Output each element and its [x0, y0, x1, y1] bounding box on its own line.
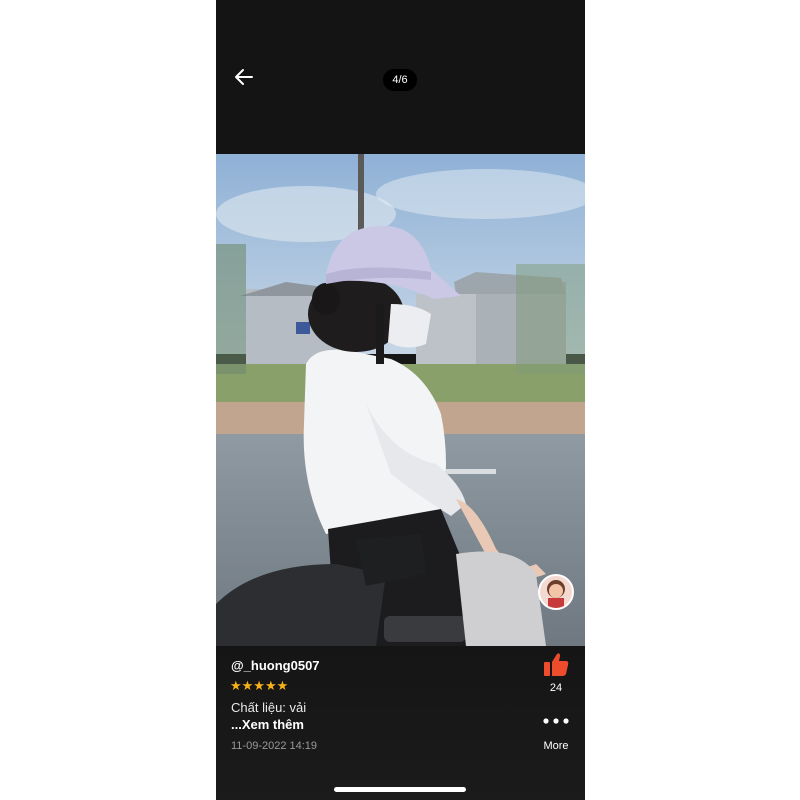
home-indicator[interactable] — [334, 787, 466, 792]
review-photo — [216, 154, 585, 646]
review-info-panel: @_huong0507 ★★★★★ Chất liệu: vải ...Xem … — [216, 646, 585, 800]
more-label[interactable]: More — [534, 740, 578, 752]
thumbs-up-icon — [544, 653, 569, 676]
top-bar: 4/6 — [216, 0, 585, 154]
image-counter: 4/6 — [383, 69, 417, 91]
reviewer-username[interactable]: @_huong0507 — [231, 658, 320, 673]
review-image-viewer: 4/6 @_huong0507 ★★★★★ Chất liệu: vải ...… — [216, 0, 585, 800]
more-dots-icon — [543, 718, 569, 724]
rating-stars: ★★★★★ — [230, 678, 289, 693]
arrow-left-icon — [235, 69, 253, 85]
like-count: 24 — [549, 682, 563, 694]
review-text: Chất liệu: vải — [231, 700, 307, 715]
see-more-link[interactable]: ...Xem thêm — [231, 717, 304, 732]
like-button[interactable] — [542, 650, 570, 678]
back-button[interactable] — [230, 64, 258, 92]
reviewer-avatar[interactable] — [538, 574, 574, 610]
review-date: 11-09-2022 14:19 — [231, 740, 318, 752]
more-options-button[interactable] — [542, 714, 570, 726]
